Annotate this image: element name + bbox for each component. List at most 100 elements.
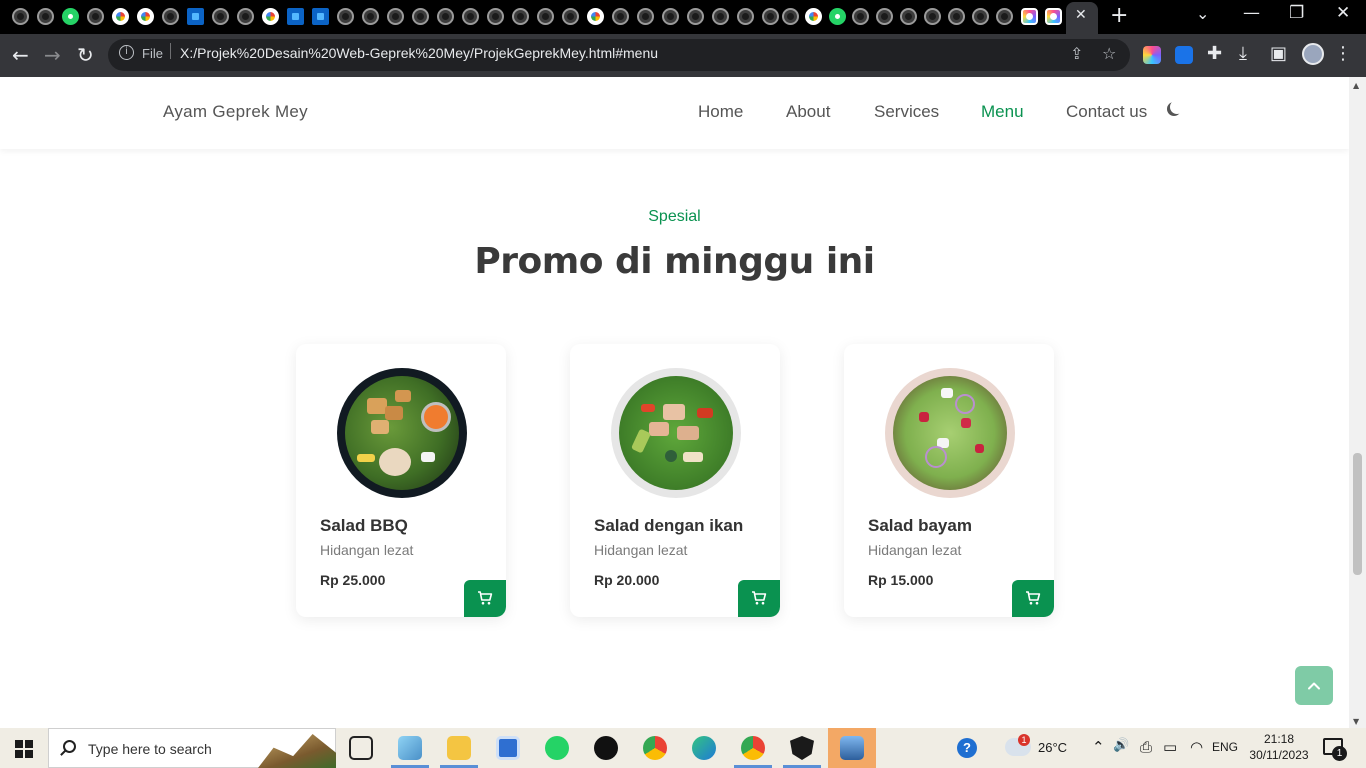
- windows-start-icon[interactable]: [15, 740, 33, 758]
- nav-contact[interactable]: Contact us: [1066, 102, 1147, 122]
- url-text[interactable]: X:/Projek%20Desain%20Web-Geprek%20Mey/Pr…: [180, 45, 658, 61]
- tab-favicon[interactable]: [437, 8, 454, 25]
- add-to-cart-button[interactable]: [738, 580, 780, 617]
- tab-close-icon[interactable]: ✕: [1075, 7, 1087, 23]
- tab-favicon[interactable]: [948, 8, 965, 25]
- forward-button[interactable]: →: [44, 43, 61, 67]
- add-to-cart-button[interactable]: [464, 580, 506, 617]
- tab-favicon[interactable]: [876, 8, 893, 25]
- address-bar[interactable]: i File X:/Projek%20Desain%20Web-Geprek%2…: [108, 39, 1130, 71]
- nav-home[interactable]: Home: [698, 102, 743, 122]
- photos-app-icon[interactable]: [840, 736, 864, 760]
- tab-favicon[interactable]: [829, 8, 846, 25]
- puzzle-icon[interactable]: ✚: [1207, 43, 1222, 64]
- tab-favicon[interactable]: [112, 8, 129, 25]
- add-to-cart-button[interactable]: [1012, 580, 1054, 617]
- nav-menu[interactable]: Menu: [981, 102, 1024, 122]
- tab-favicon[interactable]: [87, 8, 104, 25]
- close-window-button[interactable]: ✕: [1336, 3, 1350, 23]
- tab-favicon[interactable]: [562, 8, 579, 25]
- tab-favicon[interactable]: [805, 8, 822, 25]
- tab-favicon[interactable]: [662, 8, 679, 25]
- minimize-button[interactable]: —: [1243, 3, 1260, 23]
- scroll-to-top-button[interactable]: [1295, 666, 1333, 705]
- star-icon[interactable]: ☆: [1102, 44, 1116, 63]
- tab-favicon[interactable]: [162, 8, 179, 25]
- tab-search-icon[interactable]: ⌄: [1196, 4, 1209, 23]
- tab-favicon[interactable]: [362, 8, 379, 25]
- scroll-up-arrow-icon[interactable]: ▲: [1353, 81, 1359, 90]
- site-brand[interactable]: Ayam Geprek Mey: [163, 102, 308, 122]
- tab-favicon[interactable]: [537, 8, 554, 25]
- side-panel-icon[interactable]: ▣: [1270, 43, 1287, 64]
- chrome-profile-icon[interactable]: [741, 736, 765, 760]
- tab-favicon[interactable]: [187, 8, 204, 25]
- tab-favicon[interactable]: [487, 8, 504, 25]
- whatsapp-icon[interactable]: [545, 736, 569, 760]
- new-tab-button[interactable]: +: [1110, 3, 1128, 28]
- app-icon[interactable]: [496, 736, 520, 760]
- nav-about[interactable]: About: [786, 102, 830, 122]
- help-icon[interactable]: ?: [957, 738, 977, 758]
- tab-favicon[interactable]: [924, 8, 941, 25]
- volume-icon[interactable]: 🔊: [1113, 738, 1129, 753]
- scroll-down-arrow-icon[interactable]: ▼: [1353, 717, 1359, 726]
- tab-favicon[interactable]: [412, 8, 429, 25]
- tab-favicon[interactable]: [900, 8, 917, 25]
- back-button[interactable]: ←: [12, 43, 29, 67]
- notepad-app-icon[interactable]: [398, 736, 422, 760]
- language-indicator[interactable]: ENG: [1212, 740, 1238, 754]
- info-icon[interactable]: i: [119, 45, 134, 60]
- restore-button[interactable]: ❐: [1289, 3, 1304, 23]
- tab-favicon[interactable]: [972, 8, 989, 25]
- reload-button[interactable]: ↻: [77, 43, 94, 67]
- tab-favicon[interactable]: [612, 8, 629, 25]
- tab-favicon[interactable]: [212, 8, 229, 25]
- extension-icon[interactable]: [1175, 46, 1193, 64]
- edge-icon[interactable]: [692, 736, 716, 760]
- tab-favicon[interactable]: [712, 8, 729, 25]
- tab-favicon[interactable]: [12, 8, 29, 25]
- tab-favicon[interactable]: [462, 8, 479, 25]
- avatar[interactable]: [1302, 43, 1324, 65]
- tab-favicon[interactable]: [387, 8, 404, 25]
- page-scrollbar[interactable]: ▲ ▼: [1349, 77, 1366, 728]
- meet-now-icon[interactable]: ⎙: [1140, 738, 1152, 756]
- moon-icon[interactable]: [1170, 100, 1184, 114]
- tab-favicon[interactable]: [62, 8, 79, 25]
- tab-favicon[interactable]: [137, 8, 154, 25]
- tab-favicon[interactable]: [782, 8, 799, 25]
- file-explorer-icon[interactable]: [447, 736, 471, 760]
- tab-favicon[interactable]: [312, 8, 329, 25]
- kebab-menu-icon[interactable]: ⋮: [1334, 43, 1352, 64]
- tab-favicon[interactable]: [262, 8, 279, 25]
- tab-favicon[interactable]: [337, 8, 354, 25]
- chrome-icon[interactable]: [643, 736, 667, 760]
- tab-favicon[interactable]: [1021, 8, 1038, 25]
- tab-favicon[interactable]: [637, 8, 654, 25]
- tab-favicon[interactable]: [1045, 8, 1062, 25]
- tab-favicon[interactable]: [737, 8, 754, 25]
- tab-favicon[interactable]: [587, 8, 604, 25]
- tab-favicon[interactable]: [287, 8, 304, 25]
- tab-favicon[interactable]: [852, 8, 869, 25]
- tiktok-icon[interactable]: [594, 736, 618, 760]
- task-view-icon[interactable]: [349, 736, 373, 760]
- tab-favicon[interactable]: [512, 8, 529, 25]
- scroll-thumb[interactable]: [1353, 453, 1362, 575]
- download-icon[interactable]: ⤓: [1239, 43, 1247, 64]
- taskbar-clock[interactable]: 21:18 30/11/2023: [1248, 731, 1310, 763]
- tab-favicon[interactable]: [762, 8, 779, 25]
- tab-favicon[interactable]: [37, 8, 54, 25]
- share-icon[interactable]: ⇪: [1070, 44, 1083, 63]
- extension-icon[interactable]: [1143, 46, 1161, 64]
- tab-favicon[interactable]: [996, 8, 1013, 25]
- security-shield-icon[interactable]: [790, 736, 814, 760]
- chevron-up-icon[interactable]: ⌃: [1092, 738, 1105, 756]
- nav-services[interactable]: Services: [874, 102, 939, 122]
- tab-favicon[interactable]: [687, 8, 704, 25]
- wifi-icon[interactable]: ◠: [1190, 738, 1203, 756]
- battery-icon[interactable]: ▭: [1163, 738, 1177, 756]
- weather-temperature[interactable]: 26°C: [1038, 740, 1067, 755]
- tab-favicon[interactable]: [237, 8, 254, 25]
